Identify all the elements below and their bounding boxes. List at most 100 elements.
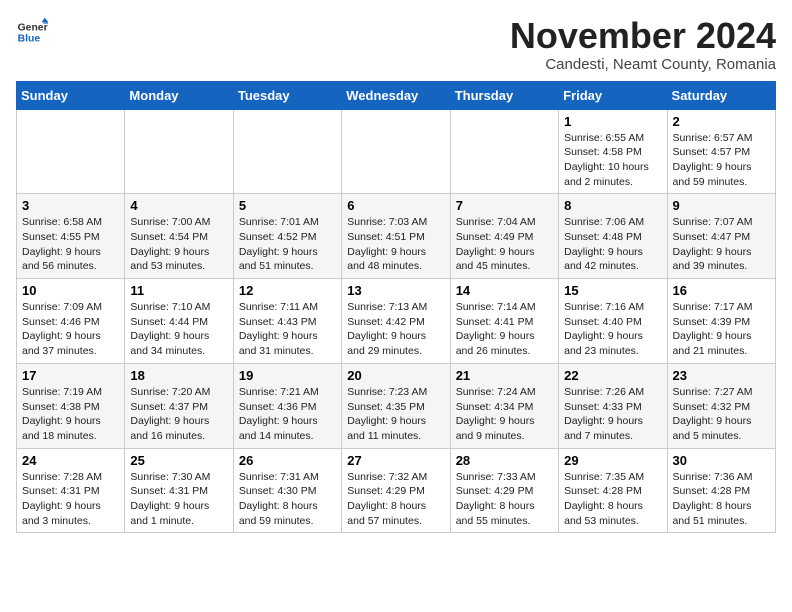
- day-info: Sunrise: 7:09 AM Sunset: 4:46 PM Dayligh…: [22, 300, 119, 359]
- calendar-cell: 7 Sunrise: 7:04 AM Sunset: 4:49 PM Daylig…: [450, 194, 558, 279]
- day-number: 1: [564, 114, 661, 129]
- calendar-cell: 19 Sunrise: 7:21 AM Sunset: 4:36 PM Dayli…: [233, 363, 341, 448]
- header-saturday: Saturday: [667, 81, 775, 109]
- day-info: Sunrise: 7:24 AM Sunset: 4:34 PM Dayligh…: [456, 385, 553, 444]
- calendar-cell: 22 Sunrise: 7:26 AM Sunset: 4:33 PM Dayli…: [559, 363, 667, 448]
- calendar-cell: 16 Sunrise: 7:17 AM Sunset: 4:39 PM Dayli…: [667, 279, 775, 364]
- day-number: 14: [456, 283, 553, 298]
- day-info: Sunrise: 7:04 AM Sunset: 4:49 PM Dayligh…: [456, 215, 553, 274]
- calendar-cell: 17Sunrise: 7:19 AM Sunset: 4:38 PM Dayli…: [17, 363, 125, 448]
- calendar-cell: 11Sunrise: 7:10 AM Sunset: 4:44 PM Dayli…: [125, 279, 233, 364]
- svg-text:General: General: [18, 22, 48, 33]
- header-monday: Monday: [125, 81, 233, 109]
- calendar-cell: 4 Sunrise: 7:00 AM Sunset: 4:54 PM Daylig…: [125, 194, 233, 279]
- calendar-cell: 21Sunrise: 7:24 AM Sunset: 4:34 PM Dayli…: [450, 363, 558, 448]
- day-number: 19: [239, 368, 336, 383]
- calendar-cell: [450, 109, 558, 194]
- day-info: Sunrise: 7:03 AM Sunset: 4:51 PM Dayligh…: [347, 215, 444, 274]
- calendar-cell: [233, 109, 341, 194]
- day-number: 20: [347, 368, 444, 383]
- calendar-cell: 2 Sunrise: 6:57 AM Sunset: 4:57 PM Daylig…: [667, 109, 775, 194]
- day-number: 23: [673, 368, 770, 383]
- calendar-cell: 6 Sunrise: 7:03 AM Sunset: 4:51 PM Daylig…: [342, 194, 450, 279]
- calendar-week-2: 3Sunrise: 6:58 AM Sunset: 4:55 PM Daylig…: [17, 194, 776, 279]
- day-number: 22: [564, 368, 661, 383]
- calendar-week-5: 24 Sunrise: 7:28 AM Sunset: 4:31 PM Dayli…: [17, 448, 776, 533]
- day-number: 30: [673, 453, 770, 468]
- day-info: Sunrise: 6:57 AM Sunset: 4:57 PM Dayligh…: [673, 131, 770, 190]
- day-number: 13: [347, 283, 444, 298]
- day-info: Sunrise: 7:13 AM Sunset: 4:42 PM Dayligh…: [347, 300, 444, 359]
- calendar-week-4: 17Sunrise: 7:19 AM Sunset: 4:38 PM Dayli…: [17, 363, 776, 448]
- day-number: 10: [22, 283, 119, 298]
- header-tuesday: Tuesday: [233, 81, 341, 109]
- day-info: Sunrise: 7:35 AM Sunset: 4:28 PM Dayligh…: [564, 470, 661, 529]
- calendar-cell: 15Sunrise: 7:16 AM Sunset: 4:40 PM Dayli…: [559, 279, 667, 364]
- day-info: Sunrise: 7:07 AM Sunset: 4:47 PM Dayligh…: [673, 215, 770, 274]
- day-number: 6: [347, 198, 444, 213]
- day-number: 12: [239, 283, 336, 298]
- day-info: Sunrise: 7:20 AM Sunset: 4:37 PM Dayligh…: [130, 385, 227, 444]
- calendar-cell: 10 Sunrise: 7:09 AM Sunset: 4:46 PM Dayli…: [17, 279, 125, 364]
- day-info: Sunrise: 7:32 AM Sunset: 4:29 PM Dayligh…: [347, 470, 444, 529]
- day-info: Sunrise: 7:16 AM Sunset: 4:40 PM Dayligh…: [564, 300, 661, 359]
- day-info: Sunrise: 7:33 AM Sunset: 4:29 PM Dayligh…: [456, 470, 553, 529]
- day-number: 4: [130, 198, 227, 213]
- day-number: 9: [673, 198, 770, 213]
- day-info: Sunrise: 7:31 AM Sunset: 4:30 PM Dayligh…: [239, 470, 336, 529]
- day-number: 27: [347, 453, 444, 468]
- generalblue-logo-icon: General Blue: [16, 16, 48, 48]
- title-block: November 2024 Candesti, Neamt County, Ro…: [510, 16, 776, 73]
- day-number: 11: [130, 283, 227, 298]
- calendar-cell: 26 Sunrise: 7:31 AM Sunset: 4:30 PM Dayli…: [233, 448, 341, 533]
- day-info: Sunrise: 7:00 AM Sunset: 4:54 PM Dayligh…: [130, 215, 227, 274]
- day-number: 3: [22, 198, 119, 213]
- day-info: Sunrise: 7:14 AM Sunset: 4:41 PM Dayligh…: [456, 300, 553, 359]
- calendar-cell: 14 Sunrise: 7:14 AM Sunset: 4:41 PM Dayli…: [450, 279, 558, 364]
- calendar-cell: 3Sunrise: 6:58 AM Sunset: 4:55 PM Daylig…: [17, 194, 125, 279]
- calendar-cell: 20 Sunrise: 7:23 AM Sunset: 4:35 PM Dayli…: [342, 363, 450, 448]
- calendar-cell: 24 Sunrise: 7:28 AM Sunset: 4:31 PM Dayli…: [17, 448, 125, 533]
- day-number: 24: [22, 453, 119, 468]
- day-info: Sunrise: 7:27 AM Sunset: 4:32 PM Dayligh…: [673, 385, 770, 444]
- svg-text:Blue: Blue: [18, 34, 41, 45]
- day-info: Sunrise: 7:21 AM Sunset: 4:36 PM Dayligh…: [239, 385, 336, 444]
- calendar-cell: 5Sunrise: 7:01 AM Sunset: 4:52 PM Daylig…: [233, 194, 341, 279]
- calendar-cell: 28 Sunrise: 7:33 AM Sunset: 4:29 PM Dayli…: [450, 448, 558, 533]
- logo: General Blue: [16, 16, 48, 48]
- day-number: 25: [130, 453, 227, 468]
- day-info: Sunrise: 7:28 AM Sunset: 4:31 PM Dayligh…: [22, 470, 119, 529]
- day-info: Sunrise: 6:55 AM Sunset: 4:58 PM Dayligh…: [564, 131, 661, 190]
- calendar-cell: 29Sunrise: 7:35 AM Sunset: 4:28 PM Dayli…: [559, 448, 667, 533]
- day-number: 7: [456, 198, 553, 213]
- day-number: 5: [239, 198, 336, 213]
- calendar-cell: [125, 109, 233, 194]
- calendar-cell: 18 Sunrise: 7:20 AM Sunset: 4:37 PM Dayli…: [125, 363, 233, 448]
- day-number: 16: [673, 283, 770, 298]
- day-number: 8: [564, 198, 661, 213]
- calendar-week-1: 1 Sunrise: 6:55 AM Sunset: 4:58 PM Daylig…: [17, 109, 776, 194]
- calendar-cell: 30 Sunrise: 7:36 AM Sunset: 4:28 PM Dayli…: [667, 448, 775, 533]
- calendar-cell: 25 Sunrise: 7:30 AM Sunset: 4:31 PM Dayli…: [125, 448, 233, 533]
- day-info: Sunrise: 7:17 AM Sunset: 4:39 PM Dayligh…: [673, 300, 770, 359]
- day-info: Sunrise: 7:23 AM Sunset: 4:35 PM Dayligh…: [347, 385, 444, 444]
- day-number: 26: [239, 453, 336, 468]
- calendar-cell: 9 Sunrise: 7:07 AM Sunset: 4:47 PM Daylig…: [667, 194, 775, 279]
- calendar-cell: 23 Sunrise: 7:27 AM Sunset: 4:32 PM Dayli…: [667, 363, 775, 448]
- day-number: 18: [130, 368, 227, 383]
- location-subtitle: Candesti, Neamt County, Romania: [510, 56, 776, 73]
- page-header: General Blue November 2024 Candesti, Nea…: [16, 16, 776, 73]
- day-number: 28: [456, 453, 553, 468]
- day-info: Sunrise: 7:26 AM Sunset: 4:33 PM Dayligh…: [564, 385, 661, 444]
- day-info: Sunrise: 7:36 AM Sunset: 4:28 PM Dayligh…: [673, 470, 770, 529]
- calendar-header-row: SundayMondayTuesdayWednesdayThursdayFrid…: [17, 81, 776, 109]
- calendar-cell: [342, 109, 450, 194]
- day-number: 2: [673, 114, 770, 129]
- day-info: Sunrise: 7:30 AM Sunset: 4:31 PM Dayligh…: [130, 470, 227, 529]
- calendar-cell: [17, 109, 125, 194]
- calendar-week-3: 10 Sunrise: 7:09 AM Sunset: 4:46 PM Dayli…: [17, 279, 776, 364]
- month-title: November 2024: [510, 16, 776, 56]
- day-info: Sunrise: 7:11 AM Sunset: 4:43 PM Dayligh…: [239, 300, 336, 359]
- header-sunday: Sunday: [17, 81, 125, 109]
- header-friday: Friday: [559, 81, 667, 109]
